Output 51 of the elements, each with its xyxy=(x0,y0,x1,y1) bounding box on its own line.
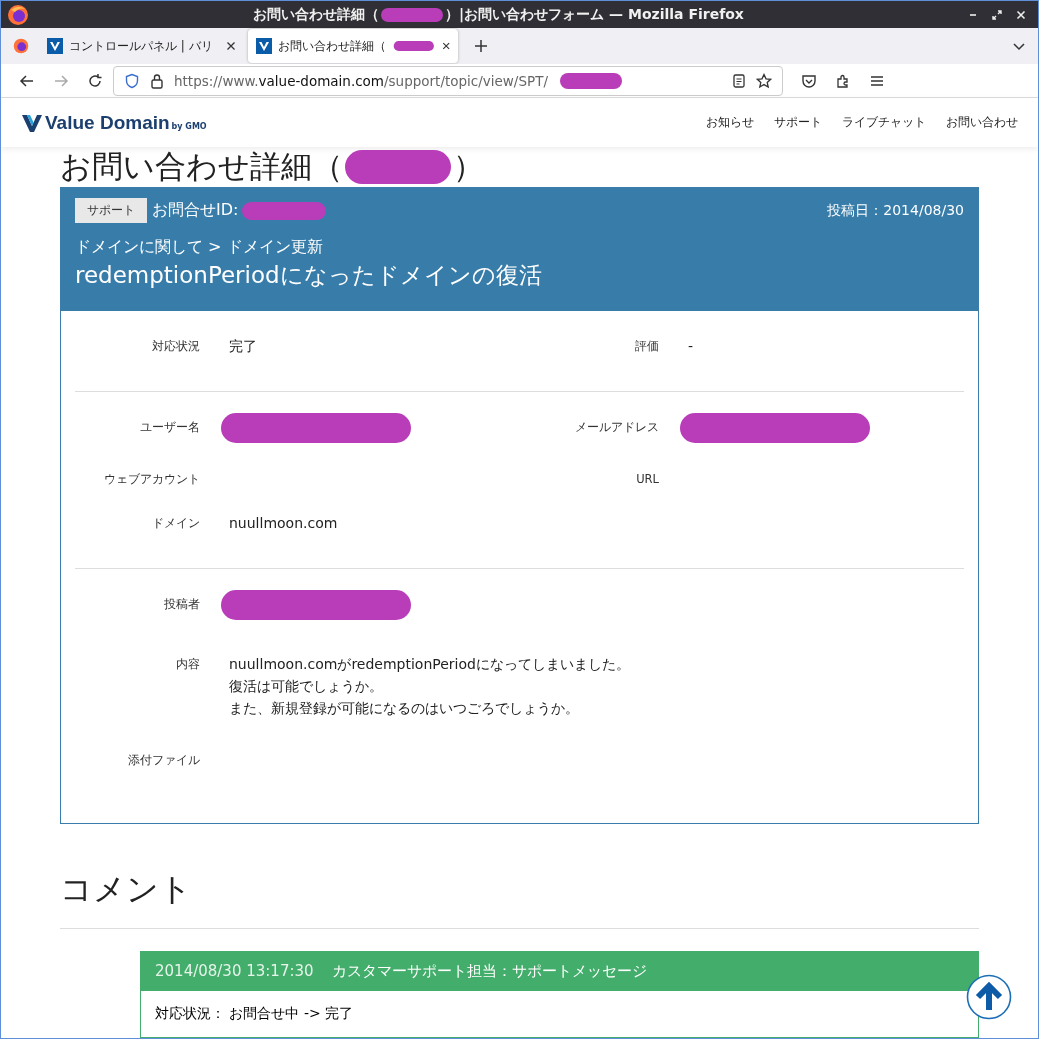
site-favicon xyxy=(47,38,63,55)
browser-tab[interactable]: コントロールパネル | バリ xyxy=(39,29,244,64)
breadcrumb: ドメインに関して > ドメイン更新 xyxy=(75,237,324,258)
nav-link[interactable]: お知らせ xyxy=(706,114,754,131)
comment-author: カスタマーサポート担当：サポートメッセージ xyxy=(331,962,647,981)
browser-tab[interactable]: お問い合わせ詳細（ xyxy=(248,29,458,64)
reload-icon[interactable] xyxy=(87,72,103,89)
scroll-to-top-icon[interactable] xyxy=(966,974,1012,1020)
site-logo[interactable]: Value Domain by GMO xyxy=(21,111,207,134)
field-label: メールアドレス xyxy=(574,419,659,435)
site-favicon xyxy=(256,38,272,55)
content-line: また、新規登録が可能になるのはいつごろでしょうか。 xyxy=(229,699,579,718)
comment-text: 対応状況： お問合せ中 -> 完了 xyxy=(155,1005,354,1021)
bookmark-star-icon[interactable] xyxy=(756,72,772,89)
field-label: 評価 xyxy=(634,338,659,354)
extensions-icon[interactable] xyxy=(835,72,851,89)
page-heading: お問い合わせ詳細（ ） xyxy=(60,147,979,187)
address-bar[interactable]: https://www.value-domain.com/support/topic/view/SPT/ xyxy=(113,65,783,96)
inquiry-id-label: お問合せID: xyxy=(152,200,239,221)
restore-icon[interactable] xyxy=(992,9,1002,20)
field-label: URL xyxy=(635,471,659,486)
inquiry-title: redemptionPeriodになったドメインの復活 xyxy=(75,261,543,290)
pocket-icon[interactable] xyxy=(801,72,817,89)
reader-view-icon[interactable] xyxy=(732,72,746,89)
shield-icon[interactable] xyxy=(124,72,140,89)
field-label: 投稿者 xyxy=(163,596,200,612)
field-label: 添付ファイル xyxy=(127,752,200,768)
comment-time: 2014/08/30 13:17:30 xyxy=(155,962,314,981)
posted-date: 投稿日：2014/08/30 xyxy=(827,201,964,220)
browser-logo-icon xyxy=(7,3,29,26)
close-icon[interactable] xyxy=(226,41,236,52)
content-line: nuullmoon.comがredemptionPeriodになってしまいました。 xyxy=(229,655,630,674)
new-tab-icon[interactable] xyxy=(474,39,488,54)
close-icon[interactable] xyxy=(441,41,450,52)
nav-link[interactable]: サポート xyxy=(774,114,822,131)
comments-heading: コメント xyxy=(60,869,193,910)
lock-icon[interactable] xyxy=(150,72,164,89)
field-value: - xyxy=(688,337,694,356)
window-title: お問い合わせ詳細（ ）|お問い合わせフォーム — Mozilla Firefox xyxy=(29,4,968,25)
field-value: nuullmoon.com xyxy=(229,514,338,533)
field-label: ウェブアカウント xyxy=(103,471,200,487)
content-line: 復活は可能でしょうか。 xyxy=(229,677,383,696)
field-label: 対応状況 xyxy=(151,338,200,354)
field-label: 内容 xyxy=(175,656,200,672)
field-label: ユーザー名 xyxy=(139,419,200,435)
category-badge: サポート xyxy=(75,198,147,223)
back-icon[interactable] xyxy=(19,72,35,89)
field-value: 完了 xyxy=(229,337,257,356)
nav-link[interactable]: ライブチャット xyxy=(842,114,926,131)
field-label: ドメイン xyxy=(151,515,200,531)
nav-link[interactable]: お問い合わせ xyxy=(946,114,1018,131)
